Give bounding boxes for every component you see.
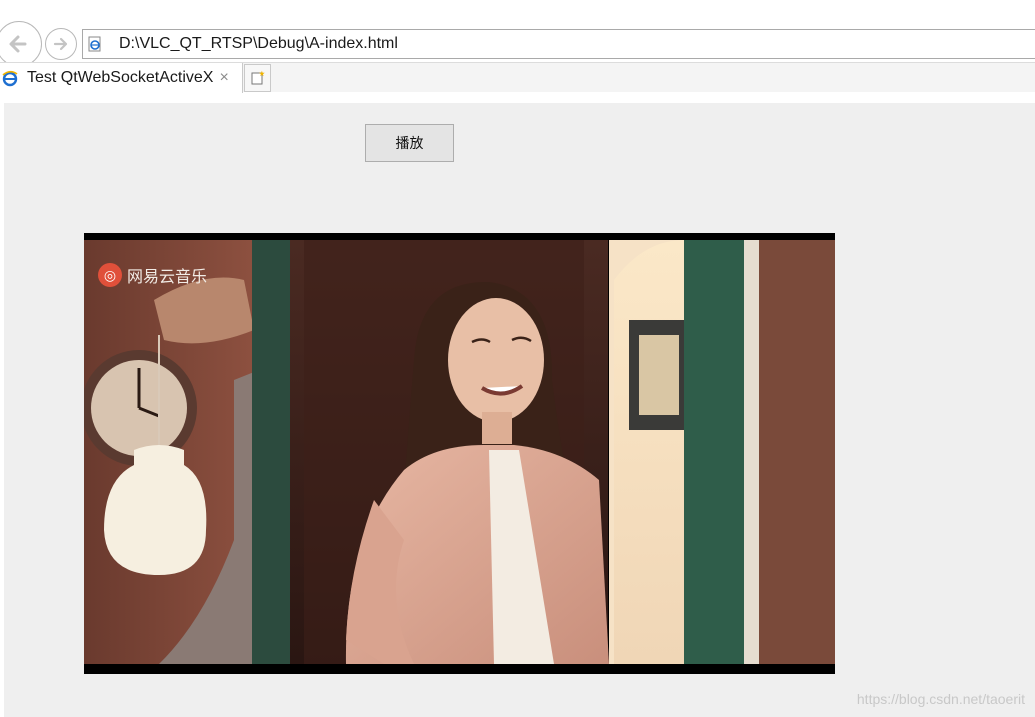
address-text: D:\VLC_QT_RTSP\Debug\A-index.html — [119, 35, 398, 52]
back-button[interactable] — [0, 21, 42, 67]
tab-close-icon[interactable]: × — [219, 70, 228, 86]
video-frame-image: ◎ 网易云音乐 — [84, 240, 835, 664]
site-watermark: https://blog.csdn.net/taoerit — [856, 691, 1025, 707]
forward-arrow-icon — [53, 37, 68, 51]
video-player[interactable]: ◎ 网易云音乐 — [84, 233, 835, 674]
new-tab-icon — [251, 70, 265, 85]
browser-window: D:\VLC_QT_RTSP\Debug\A-index.html Test Q… — [0, 0, 1035, 717]
play-button[interactable]: 播放 — [365, 124, 454, 162]
navigation-bar: D:\VLC_QT_RTSP\Debug\A-index.html — [0, 0, 1035, 67]
logo-text: 网易云音乐 — [127, 267, 208, 286]
ie-logo-icon — [2, 70, 18, 87]
back-arrow-icon — [9, 35, 27, 53]
tab-title: Test QtWebSocketActiveX — [27, 69, 214, 86]
page-content: 播放 ◎ 网易云音乐 https://blog.csdn.net/taoerit — [4, 103, 1035, 717]
forward-button[interactable] — [45, 28, 77, 60]
netease-logo-icon: ◎ — [98, 263, 122, 287]
tab-bar: Test QtWebSocketActiveX × — [0, 62, 1035, 93]
new-tab-button[interactable] — [244, 64, 271, 92]
ie-page-icon — [88, 36, 101, 52]
tab-active[interactable]: Test QtWebSocketActiveX × — [0, 63, 243, 93]
netease-music-logo: ◎ 网易云音乐 — [98, 263, 207, 287]
address-bar[interactable]: D:\VLC_QT_RTSP\Debug\A-index.html — [82, 29, 1035, 59]
